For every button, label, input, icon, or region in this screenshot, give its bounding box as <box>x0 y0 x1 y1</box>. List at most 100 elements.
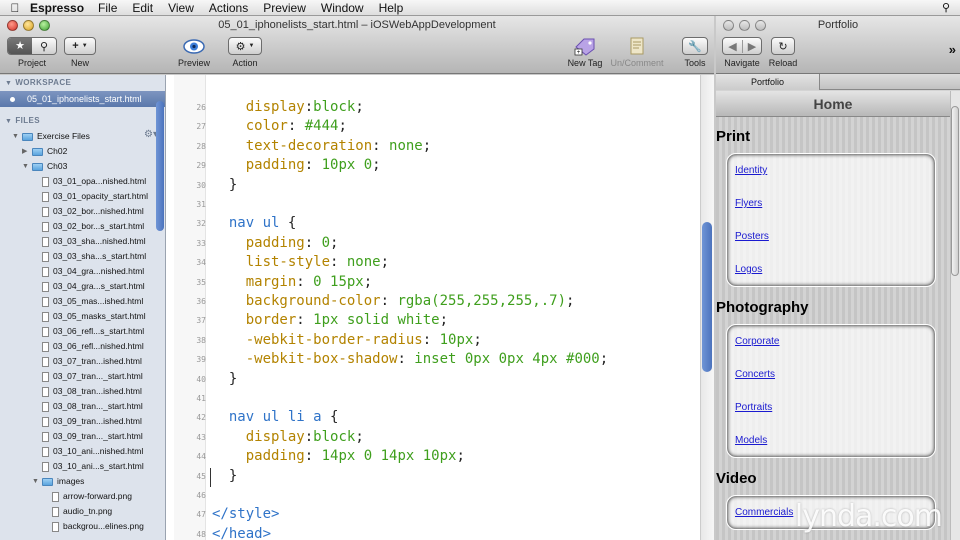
folder-icon <box>42 477 53 486</box>
tree-file[interactable]: 03_10_ani...s_start.html <box>0 459 165 474</box>
menu-file[interactable]: File <box>98 1 117 15</box>
code-line[interactable]: display:block; <box>212 428 364 447</box>
code-line[interactable]: display:block; <box>212 98 364 117</box>
code-line[interactable]: padding: 14px 0 14px 10px; <box>212 447 465 466</box>
nav-link[interactable]: Portraits <box>727 391 935 424</box>
menu-view[interactable]: View <box>168 1 194 15</box>
code-line[interactable]: border: 1px solid white; <box>212 311 448 330</box>
sidebar-scrollbar[interactable] <box>156 101 164 231</box>
file-icon <box>42 386 49 397</box>
workspace-header[interactable]: ▼ WORKSPACE <box>0 75 165 91</box>
tree-file[interactable]: 03_01_opa...nished.html <box>0 174 165 189</box>
tree-file[interactable]: 03_07_tran..._start.html <box>0 369 165 384</box>
code-token: { <box>321 409 339 426</box>
tree-file[interactable]: 03_04_gra...s_start.html <box>0 279 165 294</box>
disclosure-triangle-icon[interactable]: ▼ <box>12 129 19 144</box>
code-line[interactable]: color: #444; <box>212 117 347 136</box>
nav-link[interactable]: Models <box>727 424 935 457</box>
tree-folder[interactable]: ▼ images <box>0 474 165 489</box>
gear-icon: ⚙ <box>235 40 246 53</box>
tree-file[interactable]: arrow-forward.png <box>0 489 165 504</box>
disclosure-triangle-icon[interactable]: ▶ <box>22 144 27 159</box>
action-button[interactable]: ⚙ ▼ <box>228 37 262 55</box>
tree-file[interactable]: 03_04_gra...nished.html <box>0 264 165 279</box>
disclosure-triangle-icon[interactable]: ▼ <box>32 474 39 489</box>
preview-scrollbar-thumb[interactable] <box>951 106 959 276</box>
project-button[interactable]: ★ ⚲ <box>7 37 57 55</box>
code-line[interactable]: </head> <box>212 525 271 540</box>
nav-link[interactable]: Corporate <box>727 325 935 358</box>
tools-button[interactable]: 🔧 <box>682 37 708 55</box>
tree-item-label: 03_02_bor...nished.html <box>53 206 144 216</box>
tree-file[interactable]: 03_06_refl...s_start.html <box>0 324 165 339</box>
tree-file[interactable]: 03_10_ani...nished.html <box>0 444 165 459</box>
preview-window-title: Portfolio <box>817 19 859 31</box>
tree-file[interactable]: audio_tn.png <box>0 504 165 519</box>
open-document-item[interactable]: 05_01_iphonelists_start.html <box>0 91 165 107</box>
tree-file[interactable]: 03_08_tran..._start.html <box>0 399 165 414</box>
tree-file[interactable]: 03_09_tran...ished.html <box>0 414 165 429</box>
code-line[interactable]: padding: 0; <box>212 234 339 253</box>
code-line[interactable]: margin: 0 15px; <box>212 273 372 292</box>
code-line[interactable]: background-color: rgba(255,255,255,.7); <box>212 292 575 311</box>
menu-actions[interactable]: Actions <box>209 1 248 15</box>
preview-titlebar: Portfolio ◀ ▶ Navigate ↻ Reload » <box>716 16 960 74</box>
line-number: 34 <box>196 258 206 268</box>
nav-link[interactable]: Identity <box>727 154 935 187</box>
code-editor[interactable]: 26 27 28 29 30 31 32 33 34 35 36 37 38 39 40 41 42 43 44 45… <box>166 75 714 540</box>
code-line[interactable]: -webkit-box-shadow: inset 0px 0px 4px #0… <box>212 350 608 369</box>
code-line[interactable]: } <box>212 370 237 389</box>
code-line[interactable]: -webkit-border-radius: 10px; <box>212 331 482 350</box>
back-arrow-icon[interactable]: ◀ <box>723 40 742 53</box>
code-line[interactable]: nav ul { <box>212 214 296 233</box>
menu-window[interactable]: Window <box>321 1 364 15</box>
nav-link[interactable]: Flyers <box>727 187 935 220</box>
tab-portfolio[interactable]: Portfolio <box>716 74 820 90</box>
app-menu[interactable]: Espresso <box>30 1 84 15</box>
toolbar-overflow-icon[interactable]: » <box>949 42 956 57</box>
code-line[interactable]: list-style: none; <box>212 253 389 272</box>
code-line[interactable]: nav ul li a { <box>212 408 339 427</box>
new-button[interactable]: + ▼ <box>64 37 96 55</box>
code-line[interactable]: padding: 10px 0; <box>212 156 381 175</box>
tree-folder[interactable]: ▼ Exercise Files <box>0 129 165 144</box>
apple-menu-icon[interactable]:  <box>0 1 30 15</box>
preview-eye-icon[interactable] <box>176 37 212 56</box>
tree-file[interactable]: 03_02_bor...nished.html <box>0 204 165 219</box>
tree-file[interactable]: backgrou...elines.png <box>0 519 165 534</box>
reload-button[interactable]: ↻ <box>771 37 795 55</box>
uncomment-icon[interactable] <box>608 37 666 56</box>
forward-arrow-icon[interactable]: ▶ <box>741 39 761 53</box>
menu-edit[interactable]: Edit <box>132 1 153 15</box>
tree-file[interactable]: 03_03_sha...s_start.html <box>0 249 165 264</box>
nav-link[interactable]: Concerts <box>727 358 935 391</box>
tree-folder[interactable]: ▶ Ch02 <box>0 144 165 159</box>
menu-help[interactable]: Help <box>379 1 404 15</box>
disclosure-triangle-icon[interactable]: ▼ <box>22 159 29 174</box>
code-line[interactable]: </style> <box>212 505 279 524</box>
tree-folder[interactable]: ▼ Ch03 <box>0 159 165 174</box>
tree-file[interactable]: 03_03_sha...nished.html <box>0 234 165 249</box>
nav-link[interactable]: Posters <box>727 220 935 253</box>
nav-link[interactable]: Logos <box>727 253 935 286</box>
code-line[interactable]: text-decoration: none; <box>212 137 431 156</box>
new-tag-icon[interactable]: + <box>566 37 604 56</box>
tree-file[interactable]: 03_05_masks_start.html <box>0 309 165 324</box>
spotlight-search-icon[interactable]: ⚲ <box>942 1 950 14</box>
search-icon: ⚲ <box>39 40 49 53</box>
tree-file[interactable]: 03_07_tran...ished.html <box>0 354 165 369</box>
tree-file[interactable]: 03_09_tran..._start.html <box>0 429 165 444</box>
files-header[interactable]: ▼ FILES <box>0 113 165 129</box>
code-scrollbar-thumb[interactable] <box>702 222 712 372</box>
menu-preview[interactable]: Preview <box>263 1 306 15</box>
tree-file[interactable]: 03_06_refl...nished.html <box>0 339 165 354</box>
code-line[interactable]: } <box>212 467 237 486</box>
tree-file[interactable]: 03_05_mas...ished.html <box>0 294 165 309</box>
code-token: ; <box>456 448 465 465</box>
code-line[interactable]: } <box>212 176 237 195</box>
tree-file[interactable]: 03_08_tran...ished.html <box>0 384 165 399</box>
tree-file[interactable]: 03_01_opacity_start.html <box>0 189 165 204</box>
tree-file[interactable]: 03_02_bor...s_start.html <box>0 219 165 234</box>
